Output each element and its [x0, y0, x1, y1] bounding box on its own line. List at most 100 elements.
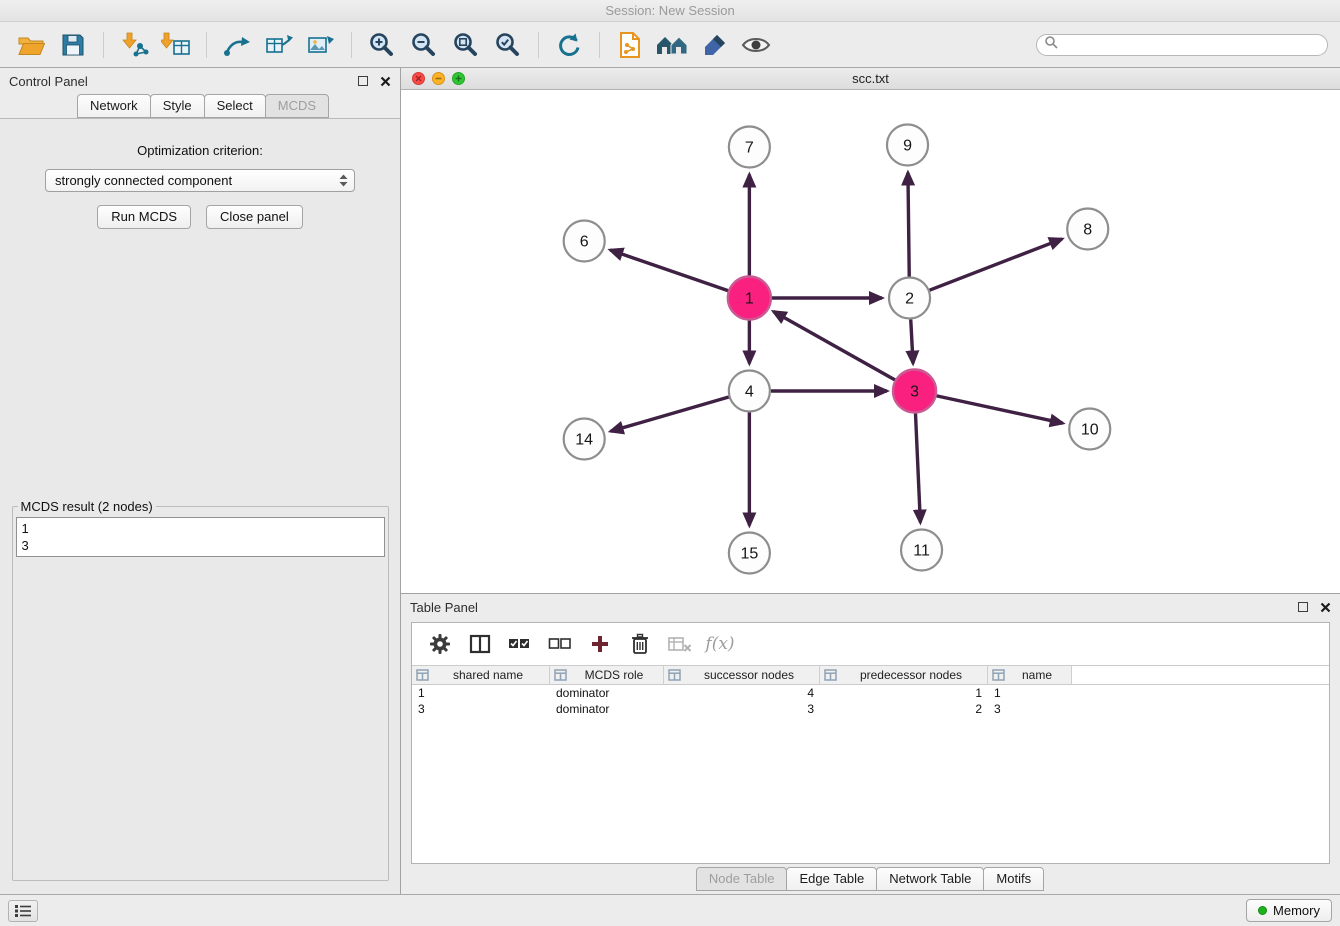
table-row[interactable]: 1dominator411: [412, 685, 1329, 701]
float-panel-icon[interactable]: [358, 76, 368, 86]
node-8[interactable]: 8: [1067, 209, 1108, 250]
tab-select[interactable]: Select: [204, 94, 266, 118]
node-1[interactable]: 1: [728, 277, 771, 320]
document-network-icon[interactable]: [612, 27, 648, 63]
table-cell: 4: [664, 685, 820, 701]
edge-3-11[interactable]: [915, 413, 920, 523]
optimization-criterion-select[interactable]: strongly connected component: [45, 169, 355, 192]
node-6[interactable]: 6: [564, 221, 605, 262]
close-window-icon[interactable]: [412, 72, 425, 85]
main-toolbar: [0, 22, 1340, 68]
table-cell: dominator: [550, 685, 664, 701]
edge-2-8[interactable]: [930, 239, 1063, 290]
style-brush-icon[interactable]: [696, 27, 732, 63]
edge-3-10[interactable]: [936, 396, 1063, 424]
node-9[interactable]: 9: [887, 125, 928, 166]
tab-motifs[interactable]: Motifs: [983, 867, 1044, 891]
mcds-result-title: MCDS result (2 nodes): [18, 499, 156, 514]
svg-text:10: 10: [1081, 422, 1099, 439]
table-toolbar: f(x): [412, 623, 1329, 665]
node-2[interactable]: 2: [889, 278, 930, 319]
search-input[interactable]: [1063, 38, 1320, 52]
dropdown-stepper-icon: [339, 174, 354, 187]
close-table-panel-icon[interactable]: [1320, 602, 1331, 613]
tab-node-table[interactable]: Node Table: [696, 867, 788, 891]
node-14[interactable]: 14: [564, 419, 605, 460]
new-network-icon[interactable]: [219, 27, 255, 63]
save-icon[interactable]: [55, 27, 91, 63]
column-label: successor nodes: [683, 668, 815, 682]
table-cell: dominator: [550, 701, 664, 717]
table-row[interactable]: 3dominator323: [412, 701, 1329, 717]
zoom-in-icon[interactable]: [364, 27, 400, 63]
tab-edge-table[interactable]: Edge Table: [786, 867, 877, 891]
mcds-result-list[interactable]: 13: [16, 517, 385, 557]
tab-network[interactable]: Network: [77, 94, 151, 118]
import-table-icon[interactable]: [158, 27, 194, 63]
column-header-predecessor-nodes[interactable]: predecessor nodes: [820, 666, 988, 684]
close-panel-icon[interactable]: [380, 76, 391, 87]
settings-gear-icon[interactable]: [424, 628, 456, 660]
node-10[interactable]: 10: [1069, 409, 1110, 450]
add-row-icon[interactable]: [584, 628, 616, 660]
svg-text:15: 15: [740, 546, 758, 563]
node-15[interactable]: 15: [729, 533, 770, 574]
zoom-out-icon[interactable]: [406, 27, 442, 63]
window-controls: [412, 72, 465, 85]
svg-text:2: 2: [905, 291, 914, 308]
run-mcds-button[interactable]: Run MCDS: [97, 205, 191, 229]
edge-4-14[interactable]: [611, 397, 729, 431]
svg-text:7: 7: [745, 140, 754, 157]
close-panel-button[interactable]: Close panel: [206, 205, 303, 229]
import-network-icon[interactable]: [116, 27, 152, 63]
export-image-icon[interactable]: [303, 27, 339, 63]
memory-button[interactable]: Memory: [1246, 899, 1332, 922]
show-columns-icon[interactable]: [464, 628, 496, 660]
task-history-button[interactable]: [8, 900, 38, 922]
network-graph[interactable]: 7 9 6 8 1 2 4 3 14 10 15 11: [401, 90, 1340, 593]
memory-label: Memory: [1273, 903, 1320, 918]
edge-2-3[interactable]: [911, 320, 913, 364]
edge-1-6[interactable]: [610, 250, 729, 291]
zoom-fit-icon[interactable]: [448, 27, 484, 63]
svg-text:1: 1: [745, 291, 754, 308]
svg-text:3: 3: [910, 384, 919, 401]
control-panel-tabs: NetworkStyleSelectMCDS: [0, 94, 400, 118]
delete-row-icon[interactable]: [624, 628, 656, 660]
select-all-icon[interactable]: [504, 628, 536, 660]
table-panel-tabs: Node TableEdge TableNetwork TableMotifs: [401, 864, 1340, 894]
node-4[interactable]: 4: [729, 371, 770, 412]
network-from-table-icon[interactable]: [261, 27, 297, 63]
refresh-icon[interactable]: [551, 27, 587, 63]
node-3[interactable]: 3: [893, 370, 936, 413]
table-cell: 2: [820, 701, 988, 717]
unselect-all-icon[interactable]: [544, 628, 576, 660]
minimize-window-icon[interactable]: [432, 72, 445, 85]
svg-text:8: 8: [1083, 222, 1092, 239]
zoom-selected-icon[interactable]: [490, 27, 526, 63]
node-7[interactable]: 7: [729, 127, 770, 168]
home-icon[interactable]: [654, 27, 690, 63]
svg-text:6: 6: [580, 234, 589, 251]
tab-network-table[interactable]: Network Table: [876, 867, 984, 891]
toolbar-separator: [103, 32, 104, 58]
zoom-window-icon[interactable]: [452, 72, 465, 85]
table-cell: 1: [820, 685, 988, 701]
tab-mcds[interactable]: MCDS: [265, 94, 329, 118]
search-icon: [1044, 35, 1058, 54]
column-header-successor-nodes[interactable]: successor nodes: [664, 666, 820, 684]
edge-3-1[interactable]: [773, 312, 895, 381]
node-11[interactable]: 11: [901, 530, 942, 571]
tab-style[interactable]: Style: [150, 94, 205, 118]
network-canvas[interactable]: 7 9 6 8 1 2 4 3 14 10 15 11: [401, 90, 1340, 593]
column-header-shared-name[interactable]: shared name: [412, 666, 550, 684]
column-header-MCDS-role[interactable]: MCDS role: [550, 666, 664, 684]
show-hide-eye-icon[interactable]: [738, 27, 774, 63]
svg-text:14: 14: [575, 432, 593, 449]
search-box[interactable]: [1036, 34, 1328, 56]
toolbar-separator: [599, 32, 600, 58]
open-folder-icon[interactable]: [13, 27, 49, 63]
column-header-name[interactable]: name: [988, 666, 1072, 684]
float-table-panel-icon[interactable]: [1298, 602, 1308, 612]
edge-2-9[interactable]: [908, 173, 909, 277]
